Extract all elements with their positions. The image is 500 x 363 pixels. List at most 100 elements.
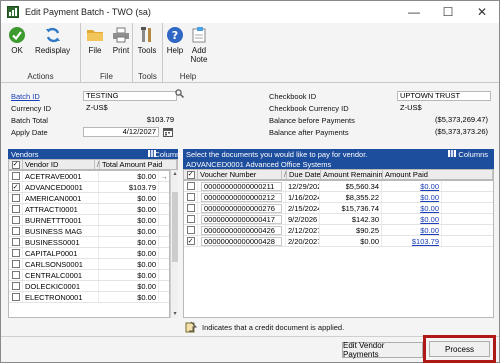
amount-paid-link[interactable]: $0.00: [420, 215, 439, 224]
row-expand-icon[interactable]: [159, 248, 169, 258]
total-amount-column-header[interactable]: Total Amount Paid: [100, 160, 177, 169]
document-row[interactable]: 00000000000000417 9/2/2026 $142.30 $0.00: [184, 214, 493, 225]
apply-date-field[interactable]: 4/12/2027: [83, 127, 159, 137]
row-expand-icon[interactable]: [159, 215, 169, 225]
documents-vendor-line: ADVANCED0001 Advanced Office Systems: [186, 160, 332, 169]
row-expand-icon[interactable]: [159, 226, 169, 236]
vendor-row[interactable]: ✓ ADVANCED0001 $103.79: [9, 182, 169, 193]
amount-paid-link[interactable]: $0.00: [420, 182, 439, 191]
maximize-button[interactable]: ☐: [431, 1, 465, 23]
row-expand-icon[interactable]: →: [159, 171, 169, 181]
vendor-row-checkbox[interactable]: [9, 259, 23, 269]
vendor-row[interactable]: ELECTRON0001 $0.00: [9, 292, 169, 303]
due-date-column-header[interactable]: Due Date: [287, 170, 321, 179]
calendar-icon[interactable]: [163, 127, 173, 137]
vendor-row[interactable]: CENTRALC0001 $0.00: [9, 270, 169, 281]
vendor-row-checkbox[interactable]: [9, 215, 23, 225]
vendor-row-checkbox[interactable]: [9, 226, 23, 236]
redisplay-button[interactable]: Redisplay: [35, 23, 70, 69]
actions-group-label: Actions: [27, 72, 54, 81]
document-row[interactable]: 00000000000000211 12/29/2023$5,560.34 $0.0…: [184, 181, 493, 192]
row-expand-icon[interactable]: [159, 237, 169, 247]
row-expand-icon[interactable]: [159, 193, 169, 203]
vendor-row-checkbox[interactable]: [9, 248, 23, 258]
vendor-row[interactable]: AMERICAN0001 $0.00: [9, 193, 169, 204]
tools-button[interactable]: Tools: [137, 23, 157, 69]
vendor-row-checkbox[interactable]: [9, 281, 23, 291]
lookup-icon[interactable]: [175, 89, 184, 98]
row-expand-icon[interactable]: [159, 204, 169, 214]
edit-vendor-payments-button[interactable]: Edit Vendor Payments: [342, 341, 423, 359]
print-button[interactable]: Print: [111, 23, 131, 69]
vendors-select-all-checkbox[interactable]: ✓: [9, 160, 23, 169]
amount-paid-link[interactable]: $103.79: [412, 237, 439, 246]
amount-paid-link[interactable]: $0.00: [420, 193, 439, 202]
documents-columns-icon[interactable]: [448, 150, 456, 157]
documents-select-all-checkbox[interactable]: ✓: [184, 170, 198, 179]
vendors-scroll-thumb[interactable]: [172, 192, 178, 262]
amount-paid-cell[interactable]: $0.00: [382, 181, 442, 191]
vendor-row-checkbox[interactable]: [9, 171, 23, 181]
ok-button[interactable]: OK: [7, 23, 27, 69]
vendor-row[interactable]: CARLSONS0001 $0.00: [9, 259, 169, 270]
row-expand-icon[interactable]: [159, 281, 169, 291]
vendor-row-checkbox[interactable]: [9, 292, 23, 302]
batch-id-field[interactable]: TESTING: [83, 91, 177, 101]
row-expand-icon[interactable]: [159, 259, 169, 269]
close-button[interactable]: ✕: [465, 1, 499, 23]
due-date-cell: 2/12/2027: [288, 225, 320, 235]
vendor-row[interactable]: BUSINESS MAG $0.00: [9, 226, 169, 237]
vendor-row-checkbox[interactable]: ✓: [9, 182, 23, 192]
vendors-title: Vendors: [11, 150, 39, 159]
document-row[interactable]: 00000000000000276 2/15/2024 $15,736.74 $0.0…: [184, 203, 493, 214]
amount-paid-link[interactable]: $0.00: [420, 226, 439, 235]
document-row-checkbox[interactable]: [184, 214, 198, 224]
vendors-columns-button[interactable]: Columns: [154, 150, 184, 159]
document-row-checkbox[interactable]: [184, 203, 198, 213]
document-row[interactable]: 00000000000000426 2/12/2027 $90.25 $0.00: [184, 225, 493, 236]
vendor-row[interactable]: DOLECKIC0001 $0.00: [9, 281, 169, 292]
amount-paid-cell[interactable]: $103.79: [382, 236, 442, 246]
amount-paid-link[interactable]: $0.00: [420, 204, 439, 213]
vendors-scrollbar[interactable]: ▴ ▾: [170, 170, 178, 318]
documents-columns-button[interactable]: Columns: [458, 150, 488, 159]
vendor-id-cell: DOLECKIC0001: [23, 281, 99, 291]
minimize-button[interactable]: —: [397, 1, 431, 23]
due-date-cell: 12/29/2023: [286, 181, 320, 191]
document-row-checkbox[interactable]: ✓: [184, 236, 198, 246]
row-expand-icon[interactable]: [159, 292, 169, 302]
voucher-number-column-header[interactable]: Voucher Number: [198, 170, 282, 179]
document-row[interactable]: ✓ 00000000000000428 2/20/2027 $0.00 $103.79: [184, 236, 493, 247]
scroll-down-icon[interactable]: ▾: [172, 311, 178, 317]
amount-paid-cell[interactable]: $0.00: [382, 214, 442, 224]
batch-id-link[interactable]: Batch ID: [11, 92, 40, 101]
document-row-checkbox[interactable]: [184, 225, 198, 235]
amount-remaining-column-header[interactable]: Amount Remaining: [321, 170, 383, 179]
file-button[interactable]: File: [85, 23, 105, 69]
amount-paid-cell[interactable]: $0.00: [382, 203, 442, 213]
vendor-row[interactable]: BURNETTT0001 $0.00: [9, 215, 169, 226]
vendor-id-column-header[interactable]: Vendor ID: [23, 160, 95, 169]
row-expand-icon[interactable]: [159, 270, 169, 280]
amount-paid-cell[interactable]: $0.00: [382, 225, 442, 235]
vendor-row[interactable]: ATTRACTI0001 $0.00: [9, 204, 169, 215]
scroll-up-icon[interactable]: ▴: [172, 171, 178, 177]
credit-note-text: Indicates that a credit document is appl…: [202, 323, 345, 332]
vendor-row-checkbox[interactable]: [9, 193, 23, 203]
process-button[interactable]: Process: [429, 341, 490, 357]
checkbook-id-field[interactable]: UPTOWN TRUST: [397, 91, 491, 101]
help-button[interactable]: ? Help: [165, 23, 185, 69]
vendor-row[interactable]: ACETRAVE0001 $0.00 →: [9, 171, 169, 182]
vendor-row[interactable]: BUSINESS0001 $0.00: [9, 237, 169, 248]
vendor-row-checkbox[interactable]: [9, 237, 23, 247]
add-note-button[interactable]: Add Note: [189, 23, 209, 69]
vendor-row-checkbox[interactable]: [9, 204, 23, 214]
document-row-checkbox[interactable]: [184, 181, 198, 191]
vendor-row[interactable]: CAPITALP0001 $0.00: [9, 248, 169, 259]
amount-paid-cell[interactable]: $0.00: [382, 192, 442, 202]
vendor-row-checkbox[interactable]: [9, 270, 23, 280]
document-row-checkbox[interactable]: [184, 192, 198, 202]
row-expand-icon[interactable]: [159, 182, 169, 192]
amount-paid-column-header[interactable]: Amount Paid: [383, 170, 493, 179]
document-row[interactable]: 00000000000000212 1/16/2024 $8,355.22 $0.00: [184, 192, 493, 203]
